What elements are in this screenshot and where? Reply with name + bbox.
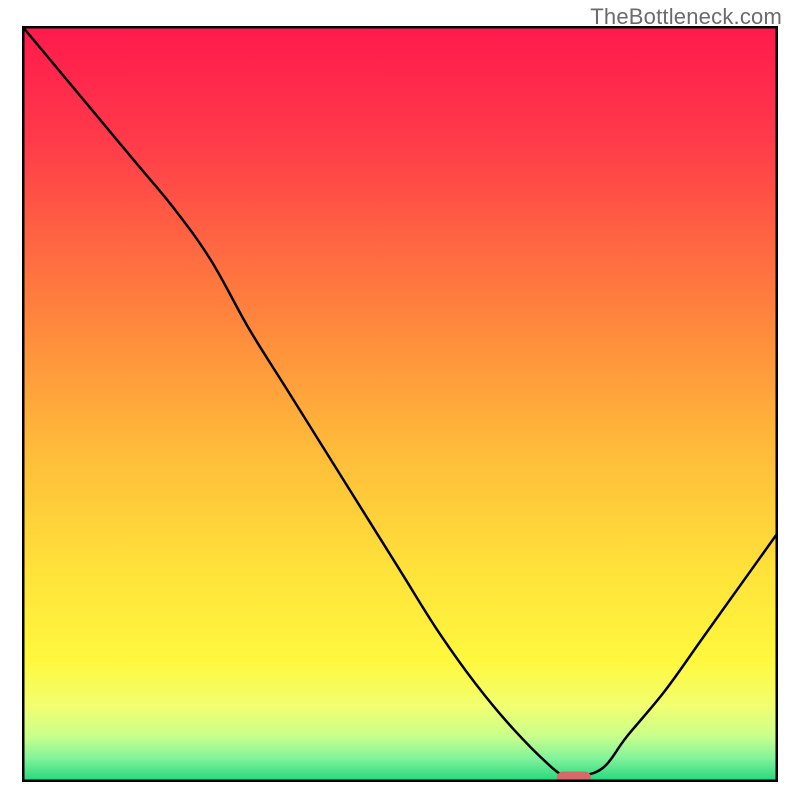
bottleneck-line-chart [22,26,778,782]
chart-background [22,26,778,782]
chart-container [22,26,778,782]
